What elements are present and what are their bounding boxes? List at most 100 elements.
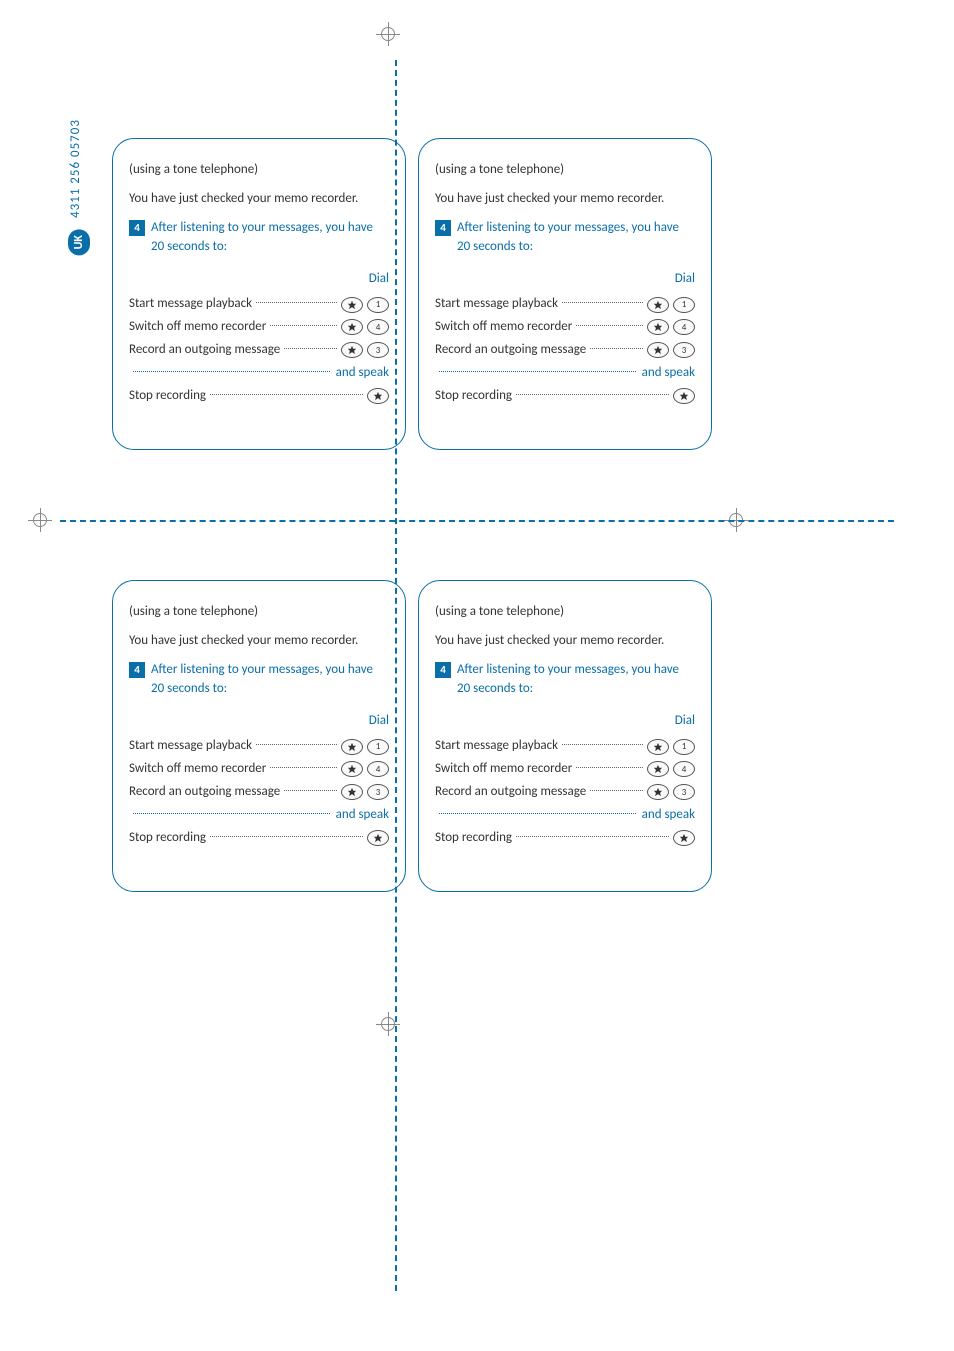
cmd-stop-recording: Stop recording bbox=[435, 387, 695, 406]
and-speak-line: and speak bbox=[129, 806, 389, 825]
cmd-label: Start message playback bbox=[129, 295, 252, 314]
step-line: 4 After listening to your messages, you h… bbox=[129, 219, 389, 257]
dotted-leader bbox=[210, 836, 363, 837]
digit-1-key-icon: 1 bbox=[673, 739, 695, 755]
card-subtitle: (using a tone telephone) bbox=[435, 603, 695, 622]
step-text: After listening to your messages, you ha… bbox=[457, 219, 695, 257]
digit-1-key-icon: 1 bbox=[673, 297, 695, 313]
key-sequence: 4 bbox=[341, 319, 389, 335]
key-sequence bbox=[673, 830, 695, 846]
checked-text: You have just checked your memo recorder… bbox=[129, 632, 389, 651]
dotted-leader bbox=[576, 325, 643, 326]
cmd-label: Record an outgoing message bbox=[435, 783, 586, 802]
cmd-switch-off: Switch off memo recorder4 bbox=[129, 760, 389, 779]
star-key-icon bbox=[647, 739, 669, 755]
star-key-icon bbox=[647, 297, 669, 313]
document-code: 4311 256 05703 bbox=[68, 108, 83, 218]
step-text: After listening to your messages, you ha… bbox=[151, 219, 389, 257]
cmd-playback: Start message playback 1 bbox=[435, 295, 695, 314]
star-key-icon bbox=[341, 342, 363, 358]
dotted-leader bbox=[516, 394, 669, 395]
step-line: 4 After listening to your messages, you h… bbox=[129, 661, 389, 699]
cmd-switch-off: Switch off memo recorder4 bbox=[129, 318, 389, 337]
dotted-leader bbox=[562, 744, 643, 745]
cmd-playback: Start message playback 1 bbox=[129, 295, 389, 314]
cmd-label: Record an outgoing message bbox=[129, 341, 280, 360]
cmd-stop-recording: Stop recording bbox=[129, 387, 389, 406]
cmd-stop-recording: Stop recording bbox=[435, 829, 695, 848]
key-sequence bbox=[673, 388, 695, 404]
cmd-label: Start message playback bbox=[435, 295, 558, 314]
key-sequence: 4 bbox=[647, 319, 695, 335]
dotted-leader bbox=[516, 836, 669, 837]
star-key-icon bbox=[341, 297, 363, 313]
step-line: 4After listening to your messages, you h… bbox=[435, 661, 695, 699]
checked-text: You have just checked your memo recorder… bbox=[129, 190, 389, 209]
instruction-card: (using a tone telephone) You have just ch… bbox=[112, 138, 406, 450]
card-subtitle: (using a tone telephone) bbox=[129, 161, 389, 180]
cmd-playback: Start message playback 1 bbox=[435, 737, 695, 756]
step-number-badge: 4 bbox=[435, 220, 451, 236]
dotted-leader bbox=[256, 302, 337, 303]
digit-3-key-icon: 3 bbox=[673, 342, 695, 358]
key-sequence: 4 bbox=[647, 761, 695, 777]
key-sequence: 3 bbox=[341, 784, 389, 800]
card-subtitle: (using a tone telephone) bbox=[129, 603, 389, 622]
cmd-record-ogm: Record an outgoing message 3 bbox=[435, 783, 695, 802]
cmd-record-ogm: Record an outgoing message 3 bbox=[435, 341, 695, 360]
star-key-icon bbox=[647, 761, 669, 777]
registration-mark-top bbox=[376, 22, 400, 46]
instruction-card: (using a tone telephone) You have just ch… bbox=[112, 580, 406, 892]
and-speak-line: and speak bbox=[129, 364, 389, 383]
and-speak-text: and speak bbox=[640, 364, 695, 383]
star-key-icon bbox=[647, 784, 669, 800]
star-key-icon bbox=[341, 784, 363, 800]
fold-line-horizontal bbox=[60, 520, 894, 522]
dotted-leader bbox=[284, 348, 337, 349]
dotted-leader bbox=[562, 302, 643, 303]
cmd-label: Stop recording bbox=[129, 387, 206, 406]
cmd-label: Record an outgoing message bbox=[129, 783, 280, 802]
registration-mark-left bbox=[28, 508, 52, 532]
cmd-label: Stop recording bbox=[435, 387, 512, 406]
star-key-icon bbox=[367, 388, 389, 404]
dotted-leader bbox=[270, 325, 337, 326]
key-sequence: 3 bbox=[647, 784, 695, 800]
star-key-icon bbox=[673, 830, 695, 846]
cmd-playback: Start message playback 1 bbox=[129, 737, 389, 756]
digit-4-key-icon: 4 bbox=[673, 319, 695, 335]
and-speak-line: and speak bbox=[435, 364, 695, 383]
dotted-leader bbox=[210, 394, 363, 395]
cmd-switch-off: Switch off memo recorder 4 bbox=[435, 318, 695, 337]
cmd-switch-off: Switch off memo recorder4 bbox=[435, 760, 695, 779]
star-key-icon bbox=[341, 739, 363, 755]
digit-4-key-icon: 4 bbox=[367, 319, 389, 335]
digit-3-key-icon: 3 bbox=[673, 784, 695, 800]
digit-4-key-icon: 4 bbox=[367, 761, 389, 777]
step-text: After listening to your messages, you ha… bbox=[457, 661, 695, 699]
key-sequence: 1 bbox=[647, 739, 695, 755]
step-text: After listening to your messages, you ha… bbox=[151, 661, 389, 699]
cmd-record-ogm: Record an outgoing message 3 bbox=[129, 783, 389, 802]
key-sequence: 3 bbox=[647, 342, 695, 358]
cmd-label: Start message playback bbox=[435, 737, 558, 756]
cmd-label: Switch off memo recorder bbox=[435, 318, 572, 337]
dotted-leader bbox=[133, 813, 330, 814]
digit-3-key-icon: 3 bbox=[367, 784, 389, 800]
key-sequence: 1 bbox=[341, 739, 389, 755]
star-key-icon bbox=[647, 342, 669, 358]
dotted-leader bbox=[439, 371, 636, 372]
step-number-badge: 4 bbox=[129, 220, 145, 236]
side-tab: 4311 256 05703 UK bbox=[68, 108, 98, 260]
dotted-leader bbox=[439, 813, 636, 814]
step-number-badge: 4 bbox=[129, 662, 145, 678]
card-subtitle: (using a tone telephone) bbox=[435, 161, 695, 180]
checked-text: You have just checked your memo recorder… bbox=[435, 190, 695, 209]
digit-1-key-icon: 1 bbox=[367, 297, 389, 313]
key-sequence: 1 bbox=[341, 297, 389, 313]
star-key-icon bbox=[647, 319, 669, 335]
star-key-icon bbox=[341, 761, 363, 777]
cmd-label: Start message playback bbox=[129, 737, 252, 756]
dial-label: Dial bbox=[435, 270, 695, 289]
cmd-label: Record an outgoing message bbox=[435, 341, 586, 360]
